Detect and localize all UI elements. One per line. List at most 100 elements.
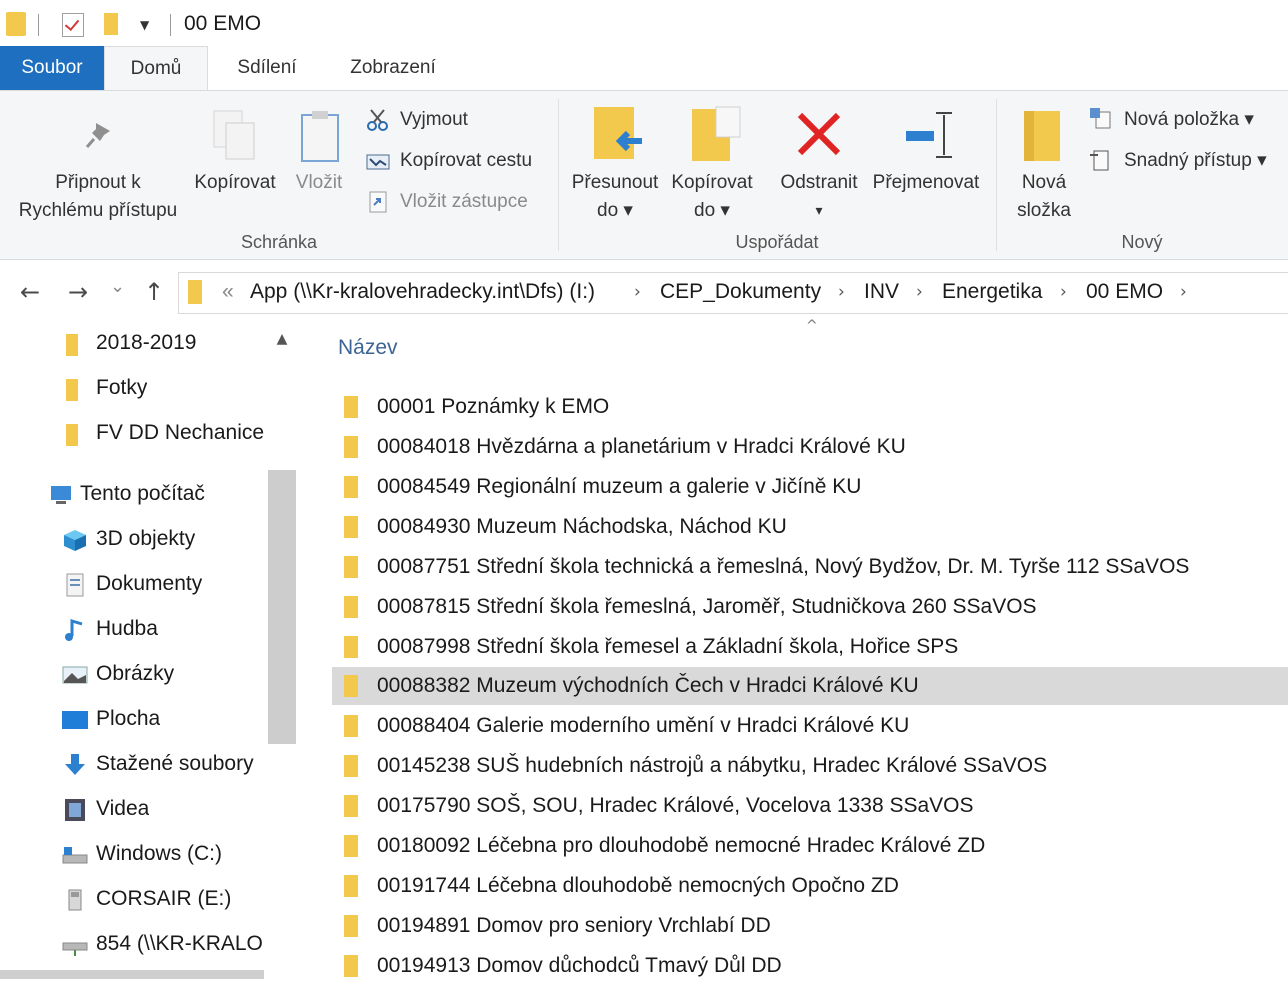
nav-item-pictures[interactable]: Obrázky bbox=[0, 653, 268, 698]
nav-item-2018-2019[interactable]: 2018-2019 bbox=[0, 322, 268, 367]
copy-label: Kopírovat bbox=[194, 172, 276, 193]
new-folder-icon bbox=[1024, 111, 1060, 161]
nav-item-label: 854 (\\KR-KRALO bbox=[96, 932, 263, 955]
tab-home[interactable]: Domů bbox=[104, 46, 208, 90]
breadcrumb-cep[interactable]: CEP_Dokumenty bbox=[660, 280, 821, 304]
nav-item-label: Fotky bbox=[96, 376, 148, 399]
nav-item-music[interactable]: Hudba bbox=[0, 608, 268, 653]
horizontal-scrollbar[interactable] bbox=[0, 970, 264, 979]
back-arrow-icon[interactable]: ← bbox=[20, 278, 40, 306]
nav-item-fotky[interactable]: Fotky bbox=[0, 367, 268, 412]
breadcrumb-overflow[interactable]: « bbox=[222, 280, 234, 304]
new-folder-icon[interactable] bbox=[104, 13, 118, 35]
file-row[interactable]: 00194913 Domov důchodců Tmavý Důl DD bbox=[332, 947, 1288, 985]
breadcrumb-drive[interactable]: App (\\Kr-kralovehradecky.int\Dfs) (I:) bbox=[250, 280, 595, 304]
file-row[interactable]: 00087998 Střední škola řemesel a Základn… bbox=[332, 628, 1288, 666]
nav-item-downloads[interactable]: Stažené soubory bbox=[0, 743, 268, 788]
breadcrumb-separator-icon[interactable]: › bbox=[1180, 282, 1187, 302]
file-row[interactable]: 00088404 Galerie moderního umění v Hradc… bbox=[332, 707, 1288, 745]
copy-path-label: Kopírovat cestu bbox=[400, 150, 533, 171]
pin-label-line1: Připnout k bbox=[55, 172, 141, 193]
nav-item-label: 3D objekty bbox=[96, 527, 196, 550]
pictures-icon bbox=[62, 666, 88, 684]
paste-icon bbox=[301, 111, 339, 162]
group-label-new: Nový bbox=[1121, 232, 1163, 252]
toolbar-divider bbox=[170, 14, 171, 36]
file-name: 00088404 Galerie moderního umění v Hradc… bbox=[377, 714, 910, 737]
breadcrumb-separator-icon[interactable]: › bbox=[838, 282, 845, 302]
file-row[interactable]: 00084549 Regionální muzeum a galerie v J… bbox=[332, 468, 1288, 506]
file-row[interactable]: 00084930 Muzeum Náchodska, Náchod KU bbox=[332, 508, 1288, 546]
breadcrumb-inv[interactable]: INV bbox=[864, 280, 899, 304]
delete-button[interactable]: Odstranit ▾ bbox=[772, 91, 866, 231]
properties-icon[interactable] bbox=[62, 13, 84, 37]
file-row[interactable]: 00175790 SOŠ, SOU, Hradec Králové, Vocel… bbox=[332, 787, 1288, 825]
file-name: 00191744 Léčebna dlouhodobě nemocných Op… bbox=[377, 874, 899, 897]
nav-item-videos[interactable]: Videa bbox=[0, 788, 268, 833]
breadcrumb-energetika[interactable]: Energetika bbox=[942, 280, 1042, 304]
move-to-button[interactable]: Přesunout do ▾ bbox=[566, 91, 664, 231]
folder-icon[interactable] bbox=[6, 12, 26, 36]
breadcrumb-separator-icon[interactable]: › bbox=[634, 282, 641, 302]
group-label-clipboard: Schránka bbox=[240, 232, 318, 252]
rename-button[interactable]: Přejmenovat bbox=[866, 91, 986, 231]
rename-icon bbox=[906, 112, 952, 158]
forward-arrow-icon[interactable]: → bbox=[68, 278, 88, 306]
tab-share[interactable]: Sdílení bbox=[212, 46, 322, 90]
file-row[interactable]: 00087815 Střední škola řemeslná, Jaroměř… bbox=[332, 588, 1288, 626]
copy-to-label-line1: Kopírovat bbox=[671, 172, 753, 193]
breadcrumb-separator-icon[interactable]: › bbox=[916, 282, 923, 302]
documents-icon bbox=[66, 573, 84, 597]
copy-button[interactable]: Kopírovat bbox=[188, 91, 282, 231]
folder-icon bbox=[66, 379, 78, 401]
up-arrow-icon[interactable]: ↑ bbox=[144, 278, 164, 306]
nav-item-fv-dd-nechanice[interactable]: FV DD Nechanice bbox=[0, 412, 268, 457]
nav-item-documents[interactable]: Dokumenty bbox=[0, 563, 268, 608]
folder-icon bbox=[344, 795, 358, 817]
copy-path-icon bbox=[366, 154, 390, 170]
folder-icon bbox=[344, 556, 358, 578]
file-name: 00180092 Léčebna pro dlouhodobě nemocné … bbox=[377, 834, 986, 857]
file-row[interactable]: 00194891 Domov pro seniory Vrchlabí DD bbox=[332, 907, 1288, 945]
nav-item-windows-c[interactable]: Windows (C:) bbox=[0, 833, 268, 878]
delete-chevron-icon[interactable]: ▾ bbox=[772, 197, 866, 224]
copy-to-button[interactable]: Kopírovat do ▾ bbox=[664, 91, 760, 231]
nav-item-corsair-e[interactable]: CORSAIR (E:) bbox=[0, 878, 268, 923]
folder-icon bbox=[344, 875, 358, 897]
nav-item-label: FV DD Nechanice bbox=[96, 421, 265, 444]
paste-shortcut-icon bbox=[369, 191, 387, 213]
file-row[interactable]: 00191744 Léčebna dlouhodobě nemocných Op… bbox=[332, 867, 1288, 905]
file-name: 00145238 SUŠ hudebních nástrojů a nábytk… bbox=[377, 754, 1048, 777]
file-row[interactable]: 00087751 Střední škola technická a řemes… bbox=[332, 548, 1288, 586]
nav-item-3d-objects[interactable]: 3D objekty bbox=[0, 518, 268, 563]
pin-to-quick-access-button[interactable]: Připnout k Rychlému přístupu bbox=[0, 91, 190, 231]
tab-view[interactable]: Zobrazení bbox=[328, 46, 458, 90]
downloads-icon bbox=[65, 754, 85, 775]
copy-to-label-line2: do ▾ bbox=[694, 200, 730, 221]
file-name: 00084018 Hvězdárna a planetárium v Hradc… bbox=[377, 435, 906, 458]
tab-file[interactable]: Soubor bbox=[0, 46, 104, 90]
file-name: 00175790 SOŠ, SOU, Hradec Králové, Vocel… bbox=[377, 794, 974, 817]
nav-item-this-pc[interactable]: Tento počítač bbox=[0, 473, 268, 518]
scroll-up-arrow-icon[interactable]: ▲ bbox=[268, 326, 296, 352]
nav-item-label: Plocha bbox=[96, 707, 161, 730]
nav-item-network-854[interactable]: 854 (\\KR-KRALO bbox=[0, 923, 268, 968]
breadcrumb-separator-icon[interactable]: › bbox=[1060, 282, 1067, 302]
file-row[interactable]: 00145238 SUŠ hudebních nástrojů a nábytk… bbox=[332, 747, 1288, 785]
customize-toolbar-chevron-icon[interactable]: ▼ bbox=[140, 18, 149, 32]
file-row[interactable]: 00180092 Léčebna pro dlouhodobě nemocné … bbox=[332, 827, 1288, 865]
column-header-name[interactable]: Název bbox=[338, 336, 398, 360]
breadcrumb-current[interactable]: 00 EMO bbox=[1086, 280, 1163, 304]
file-row[interactable]: 00001 Poznámky k EMO bbox=[332, 388, 1288, 426]
paste-button[interactable]: Vložit bbox=[286, 91, 352, 231]
new-folder-button[interactable]: Nová složka bbox=[1004, 91, 1084, 231]
recent-locations-chevron-icon[interactable]: ⌄ bbox=[110, 276, 125, 297]
file-row[interactable]: 00084018 Hvězdárna a planetárium v Hradc… bbox=[332, 428, 1288, 466]
file-row-selected[interactable]: 00088382 Muzeum východních Čech v Hradci… bbox=[332, 667, 1288, 705]
scrollbar-thumb[interactable] bbox=[268, 470, 296, 744]
nav-item-desktop[interactable]: Plocha bbox=[0, 698, 268, 743]
file-name: 00194913 Domov důchodců Tmavý Důl DD bbox=[377, 954, 782, 977]
folder-icon bbox=[344, 835, 358, 857]
nav-item-label: Obrázky bbox=[96, 662, 175, 685]
music-icon bbox=[65, 618, 83, 641]
